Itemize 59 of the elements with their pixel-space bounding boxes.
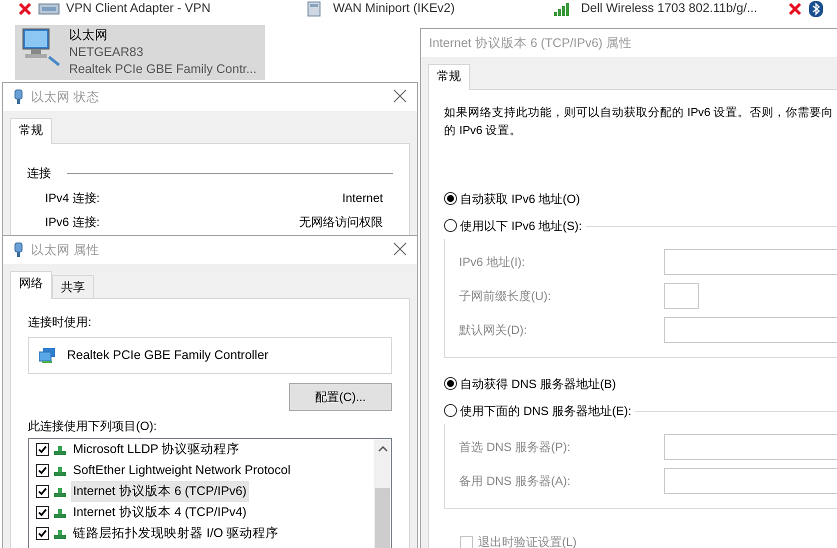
radio-label[interactable]: 自动获取 IPv6 地址(O) bbox=[460, 190, 580, 208]
list-item[interactable]: Internet 协议版本 6 (TCP/IPv6) bbox=[71, 481, 249, 502]
field-value: 无网络访问权限 bbox=[299, 214, 383, 231]
checkbox[interactable] bbox=[36, 443, 49, 456]
radio-label[interactable]: 使用以下 IPv6 地址(S): bbox=[460, 216, 582, 234]
window-title: Internet 协议版本 6 (TCP/IPv6) 属性 bbox=[429, 34, 632, 52]
section-heading: 连接 bbox=[27, 165, 51, 182]
field-label: IPv6 地址(I): bbox=[459, 254, 526, 271]
description-text: 如果网络支持此功能，则可以自动获取分配的 IPv6 设置。否则，你需要向 bbox=[444, 105, 835, 121]
description-text: 的 IPv6 设置。 bbox=[444, 123, 523, 139]
adapter-icon bbox=[38, 0, 60, 16]
list-item[interactable]: Microsoft LLDP 协议驱动程序 bbox=[71, 439, 242, 460]
window-title: 以太网 状态 bbox=[31, 88, 100, 106]
tab[interactable]: 网络 bbox=[10, 271, 52, 299]
field-label: 子网前缀长度(U): bbox=[459, 288, 552, 305]
radio-label[interactable]: 使用下面的 DNS 服务器地址(E): bbox=[460, 402, 632, 420]
section-label: 此连接使用下列项目(O): bbox=[28, 418, 158, 435]
scrollbar[interactable] bbox=[374, 439, 391, 548]
checkbox[interactable] bbox=[36, 506, 49, 519]
close-button[interactable] bbox=[393, 89, 409, 105]
configure-button[interactable]: 配置(C)... bbox=[289, 383, 392, 411]
scroll-up-icon bbox=[378, 445, 388, 453]
tab[interactable]: 共享 bbox=[52, 275, 94, 299]
adapter-name: WAN Miniport (IKEv2) bbox=[333, 0, 455, 18]
network-component-icon bbox=[54, 486, 66, 498]
adapter-name: 以太网 bbox=[69, 27, 109, 44]
adapter-name: VPN Client Adapter - VPN bbox=[66, 0, 211, 18]
tab[interactable]: 常规 bbox=[428, 64, 470, 90]
field-label: 默认网关(D): bbox=[459, 322, 528, 339]
close-button[interactable] bbox=[393, 242, 409, 258]
network-adapter-icon bbox=[39, 348, 57, 364]
list-item[interactable]: SoftEther Lightweight Network Protocol bbox=[71, 460, 292, 481]
tab[interactable]: 常规 bbox=[10, 118, 52, 144]
network-name: NETGEAR83 bbox=[69, 44, 144, 61]
field-label: 首选 DNS 服务器(P): bbox=[459, 439, 572, 456]
network-component-icon bbox=[54, 528, 66, 540]
list-item[interactable]: Internet 协议版本 4 (TCP/IPv4) bbox=[71, 502, 249, 523]
network-component-icon bbox=[54, 506, 66, 518]
field-value: Internet bbox=[342, 190, 383, 207]
field-label: 备用 DNS 服务器(A): bbox=[459, 473, 572, 490]
network-component-icon bbox=[54, 464, 66, 476]
radio-button[interactable] bbox=[444, 192, 457, 205]
radio-button[interactable] bbox=[444, 219, 457, 232]
radio-button[interactable] bbox=[444, 377, 457, 390]
radio-label[interactable]: 自动获得 DNS 服务器地址(B) bbox=[460, 374, 616, 392]
radio-button[interactable] bbox=[444, 404, 457, 417]
checkbox[interactable] bbox=[36, 527, 49, 540]
checkbox[interactable] bbox=[36, 464, 49, 477]
device-name: Realtek PCIe GBE Family Contr... bbox=[69, 61, 257, 78]
list-item[interactable]: 链路层拓扑发现映射器 I/O 驱动程序 bbox=[71, 523, 281, 544]
field-label: IPv6 连接: bbox=[45, 214, 100, 231]
field-label: IPv4 连接: bbox=[45, 190, 100, 207]
adapter-field: Realtek PCIe GBE Family Controller bbox=[28, 337, 392, 374]
adapter-item[interactable]: 以太网 NETGEAR83 Realtek PCIe GBE Family Contr... bbox=[15, 25, 265, 80]
window-title: 以太网 属性 bbox=[31, 242, 100, 259]
checkbox[interactable] bbox=[36, 485, 49, 498]
network-component-icon bbox=[54, 444, 66, 456]
adapter-name: Dell Wireless 1703 802.11b/g/... bbox=[581, 0, 758, 18]
section-label: 连接时使用: bbox=[28, 314, 92, 331]
